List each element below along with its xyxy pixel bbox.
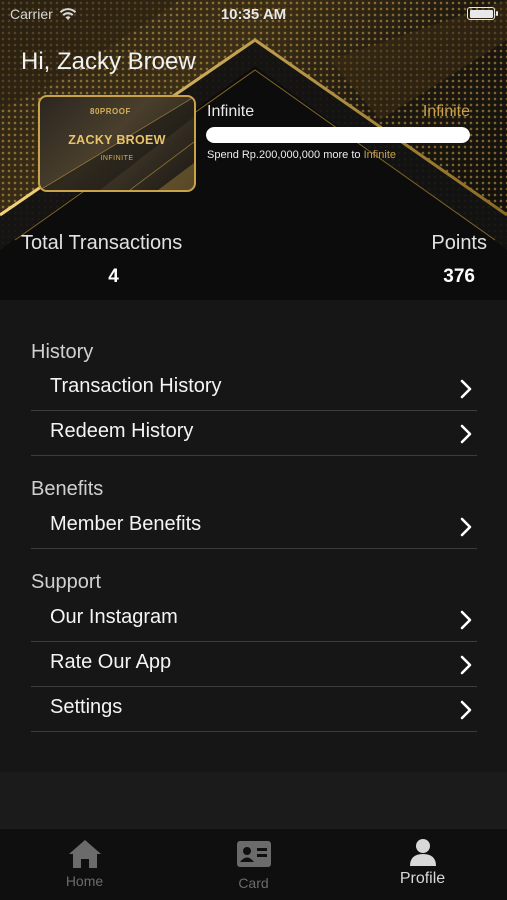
chevron-right-icon [460,517,472,537]
menu-item-member-benefits[interactable]: Member Benefits [31,504,477,549]
menu-item-transaction-history[interactable]: Transaction History [31,366,477,411]
id-card-icon [236,841,271,867]
tab-profile[interactable]: Profile [338,829,507,900]
spend-requirement-text: Spend Rp.200,000,000 more to Infinite [207,149,396,161]
tab-home[interactable]: Home [0,829,169,900]
chevron-right-icon [460,424,472,444]
section-title-benefits: Benefits [31,478,104,500]
total-transactions-value: 4 [108,266,119,287]
tier-progress-fill [206,127,470,143]
section-title-support: Support [31,571,102,593]
menu-item-label: Member Benefits [50,513,202,535]
next-tier-label: Infinite [422,103,470,120]
points-value: 376 [443,266,475,287]
chevron-right-icon [460,700,472,720]
tier-progress-bar [206,127,470,143]
status-time: 10:35 AM [220,6,287,23]
menu-item-our-instagram[interactable]: Our Instagram [31,597,477,642]
chevron-right-icon [460,655,472,675]
menu-item-redeem-history[interactable]: Redeem History [31,411,477,456]
card-tier: INFINITE [100,155,134,162]
menu-item-label: Our Instagram [50,606,178,628]
menu-footer-spacer [0,772,507,828]
tab-card[interactable]: Card [169,829,338,900]
chevron-right-icon [460,379,472,399]
card-brand: 80PROOF [90,107,131,116]
menu-item-label: Rate Our App [50,651,172,673]
person-icon [409,839,436,866]
menu-item-label: Transaction History [50,375,222,397]
spend-prefix: Spend Rp.200,000,000 more to [207,149,361,161]
spend-target-tier: Infinite [363,149,396,161]
total-transactions-label: Total Transactions [21,232,183,254]
home-icon [68,840,101,868]
bottom-tab-bar: Home Card Profile [0,828,507,900]
tab-card-label: Card [238,875,269,891]
member-card[interactable]: 80PROOF ZACKY BROEW INFINITE [38,95,196,192]
profile-menu: History Transaction History Redeem Histo… [0,310,507,772]
chevron-right-icon [460,610,472,630]
greeting-text: Hi, Zacky Broew [21,48,196,75]
tab-home-label: Home [65,873,104,889]
section-title-history: History [31,341,94,363]
profile-header: Carrier 10:35 AM Hi, Zacky Broew 80PROOF… [0,0,507,310]
card-holder-name: ZACKY BROEW [68,133,166,147]
battery-icon [467,7,498,20]
menu-item-settings[interactable]: Settings [31,687,477,732]
status-bar: Carrier 10:35 AM [0,0,507,28]
menu-item-label: Redeem History [50,420,194,442]
current-tier-label: Infinite [207,103,255,120]
tab-profile-label: Profile [399,870,446,887]
menu-item-rate-our-app[interactable]: Rate Our App [31,642,477,687]
menu-item-label: Settings [50,696,123,718]
points-label: Points [431,232,487,254]
